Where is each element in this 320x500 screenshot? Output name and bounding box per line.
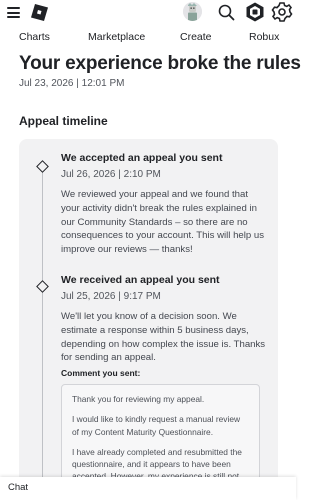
timeline-entry-date: Jul 25, 2026 | 9:17 PM [61, 291, 161, 302]
nav-create[interactable]: Create [180, 31, 212, 43]
comment-label: Comment you sent: [61, 368, 141, 378]
nav-charts[interactable]: Charts [19, 31, 50, 43]
timeline-entry-body: We'll let you know of a decision soon. W… [61, 311, 266, 364]
roblox-logo-icon[interactable] [31, 4, 48, 21]
chat-tab[interactable]: Chat [0, 477, 296, 500]
nav-marketplace[interactable]: Marketplace [88, 31, 145, 43]
robux-icon[interactable] [244, 1, 266, 23]
appeal-timeline-heading: Appeal timeline [19, 114, 108, 128]
comment-paragraph: Thank you for reviewing my appeal. [72, 394, 205, 404]
timeline-diamond-icon [36, 280, 49, 293]
avatar-icon[interactable] [183, 2, 202, 21]
hamburger-icon[interactable] [7, 7, 20, 18]
nav-robux[interactable]: Robux [249, 31, 279, 43]
timeline-entry-title: We received an appeal you sent [61, 274, 220, 286]
search-icon[interactable] [215, 1, 237, 23]
gear-icon[interactable] [271, 1, 293, 23]
timeline-entry-title: We accepted an appeal you sent [61, 152, 223, 164]
main-nav: Charts Marketplace Create Robux [0, 30, 296, 48]
timeline-entry-date: Jul 26, 2026 | 2:10 PM [61, 169, 161, 180]
page-date: Jul 23, 2026 | 12:01 PM [19, 78, 125, 89]
timeline-entry-accepted: We accepted an appeal you sent Jul 26, 2… [61, 151, 269, 257]
timeline-diamond-icon [36, 160, 49, 173]
appeal-timeline-card: We accepted an appeal you sent Jul 26, 2… [19, 139, 278, 500]
page-title: Your experience broke the rules [19, 53, 301, 74]
comment-paragraph: I would like to kindly request a manual … [72, 414, 241, 437]
chat-label: Chat [8, 482, 29, 493]
top-bar [0, 0, 296, 28]
timeline-entry-received: We received an appeal you sent Jul 25, 2… [61, 273, 269, 365]
timeline-entry-body: We reviewed your appeal and we found tha… [61, 189, 265, 256]
timeline-line [42, 167, 43, 500]
